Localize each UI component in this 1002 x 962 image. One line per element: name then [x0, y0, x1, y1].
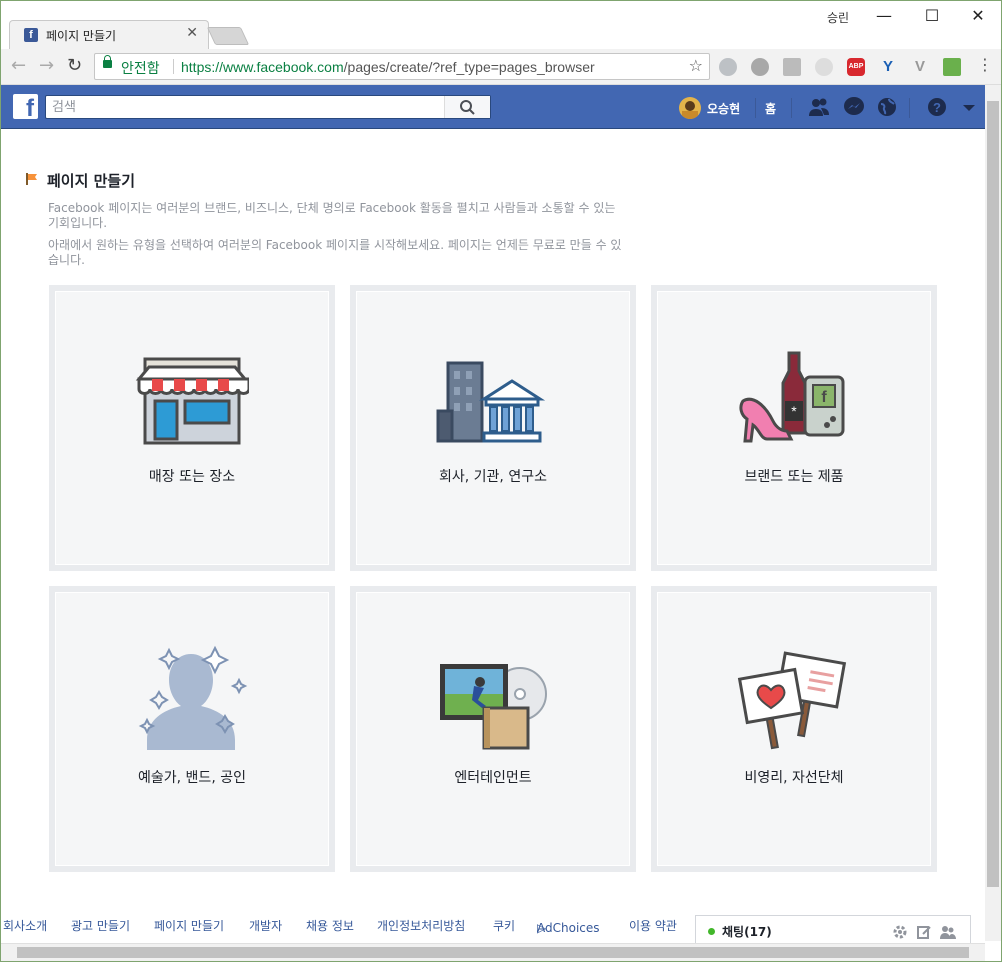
chat-label: 채팅(17): [722, 925, 772, 939]
adchoices-icon: ▷: [537, 921, 547, 935]
browser-toolbar: ← → ↻ 안전함 https://www.facebook.com/pages…: [1, 49, 1001, 85]
footer-link-create-ad[interactable]: 광고 만들기: [71, 917, 130, 934]
search-button[interactable]: [444, 96, 490, 118]
search-icon: [460, 100, 475, 115]
tv-media-icon: [440, 664, 547, 750]
footer-link-about[interactable]: 회사소개: [3, 917, 47, 934]
friend-requests-icon[interactable]: [807, 96, 831, 118]
tab-close-icon[interactable]: ✕: [186, 25, 198, 41]
extension-y-icon[interactable]: Y: [879, 58, 897, 76]
search-input[interactable]: [46, 96, 436, 119]
category-label: 회사, 기관, 연구소: [439, 469, 547, 485]
user-name: 오승현: [707, 102, 741, 116]
extension-globe-icon[interactable]: [719, 58, 737, 76]
svg-text:?: ?: [933, 100, 941, 115]
page-title: 페이지 만들기: [25, 170, 135, 191]
scrollbar-thumb[interactable]: [987, 101, 999, 887]
account-menu-caret-icon[interactable]: [957, 96, 981, 118]
svg-text:f: f: [821, 389, 827, 406]
category-label: 비영리, 자선단체: [744, 770, 844, 786]
category-grid: 매장 또는 장소 회사, 기관, 연구소 f * 브랜드 또는 제품 예술가, …: [49, 285, 939, 873]
facebook-favicon-icon: f: [24, 28, 38, 42]
chat-sidebar-tab[interactable]: 채팅(17): [695, 915, 971, 945]
back-arrow-icon[interactable]: ←: [11, 55, 26, 76]
nav-divider: [791, 98, 792, 118]
address-separator: [173, 59, 174, 74]
extension-film-icon[interactable]: [751, 58, 769, 76]
browser-tab[interactable]: f 페이지 만들기 ✕: [9, 20, 209, 49]
storefront-icon: [135, 357, 249, 445]
footer-link-careers[interactable]: 채용 정보: [306, 917, 354, 934]
extension-image-icon[interactable]: [783, 58, 801, 76]
horizontal-scrollbar[interactable]: [1, 943, 985, 961]
vertical-scrollbar[interactable]: [985, 85, 1001, 941]
svg-text:*: *: [791, 403, 797, 419]
nav-divider: [755, 98, 756, 118]
page-description-2: 아래에서 원하는 유형을 선택하여 여러분의 Facebook 페이지를 시작해…: [48, 238, 622, 267]
extension-swirl-icon[interactable]: [815, 58, 833, 76]
minimize-button[interactable]: —: [861, 5, 907, 29]
tab-strip: f 페이지 만들기 ✕ 승린 — ☐ ✕: [1, 1, 1001, 49]
page-description: Facebook 페이지는 여러분의 브랜드, 비즈니스, 단체 명의로 Fac…: [48, 201, 616, 230]
secure-label: 안전함: [121, 61, 160, 77]
messenger-icon[interactable]: [842, 96, 866, 118]
category-card-cause[interactable]: 비영리, 자선단체: [651, 586, 937, 872]
footer-links: 회사소개 광고 만들기 페이지 만들기 개발자 채용 정보 개인정보처리방침 쿠…: [3, 917, 677, 935]
home-link[interactable]: 홈: [765, 100, 776, 117]
category-card-entertainment[interactable]: 엔터테인먼트: [350, 586, 636, 872]
footer-link-create-page[interactable]: 페이지 만들기: [154, 917, 224, 934]
category-card-local-business[interactable]: 매장 또는 장소: [49, 285, 335, 571]
url-text: https://www.facebook.com/pages/create/?r…: [181, 59, 595, 75]
footer-link-terms[interactable]: 이용 약관: [629, 917, 677, 934]
browser-window: f 페이지 만들기 ✕ 승린 — ☐ ✕ ← → ↻ 안전함 https://w…: [0, 0, 1002, 962]
help-icon[interactable]: ?: [925, 96, 949, 118]
browser-menu-icon[interactable]: ⋮: [977, 55, 993, 74]
new-message-icon[interactable]: [916, 924, 932, 940]
extension-chart-icon[interactable]: [943, 58, 961, 76]
address-bar[interactable]: 안전함 https://www.facebook.com/pages/creat…: [94, 53, 710, 80]
notifications-globe-icon[interactable]: [875, 96, 899, 118]
lock-icon: [103, 55, 112, 68]
facebook-top-bar: f 오승현 홈 ?: [1, 85, 985, 129]
category-card-company[interactable]: 회사, 기관, 연구소: [350, 285, 636, 571]
url-host: https://www.facebook.com: [181, 59, 344, 75]
reload-icon[interactable]: ↻: [67, 55, 82, 76]
bookmark-star-icon[interactable]: ☆: [689, 56, 703, 75]
extension-v-icon[interactable]: V: [911, 58, 929, 76]
category-card-brand[interactable]: f * 브랜드 또는 제품: [651, 285, 937, 571]
category-card-public-figure[interactable]: 예술가, 밴드, 공인: [49, 586, 335, 872]
nav-divider: [909, 98, 910, 118]
online-status-icon: [708, 928, 715, 935]
facebook-search: [45, 95, 491, 119]
picket-signs-icon: [737, 651, 847, 750]
scrollbar-thumb[interactable]: [17, 947, 969, 958]
category-label: 엔터테인먼트: [454, 770, 532, 786]
url-path: /pages/create/?ref_type=pages_browser: [343, 59, 595, 75]
avatar: [679, 97, 701, 119]
gear-icon[interactable]: [892, 924, 908, 940]
forward-arrow-icon[interactable]: →: [39, 55, 54, 76]
adblock-plus-icon[interactable]: ABP: [847, 58, 865, 76]
maximize-button[interactable]: ☐: [909, 5, 955, 29]
tab-title: 페이지 만들기: [46, 29, 117, 43]
category-label: 예술가, 밴드, 공인: [138, 770, 246, 786]
footer-link-developers[interactable]: 개발자: [249, 917, 282, 934]
building-icon: [436, 361, 546, 443]
page-flag-icon: [26, 173, 37, 185]
category-label: 브랜드 또는 제품: [744, 469, 844, 485]
footer-link-privacy[interactable]: 개인정보처리방침: [377, 917, 465, 934]
footer-link-cookies[interactable]: 쿠키: [493, 917, 515, 934]
new-tab-button[interactable]: [206, 27, 250, 45]
profile-name[interactable]: 승린: [827, 9, 849, 26]
category-label: 매장 또는 장소: [148, 469, 236, 485]
facebook-logo-icon[interactable]: f: [13, 94, 38, 119]
close-window-button[interactable]: ✕: [955, 5, 1001, 29]
person-silhouette-icon: [138, 645, 248, 750]
group-chat-icon[interactable]: [940, 924, 956, 940]
products-icon: f *: [739, 351, 845, 443]
